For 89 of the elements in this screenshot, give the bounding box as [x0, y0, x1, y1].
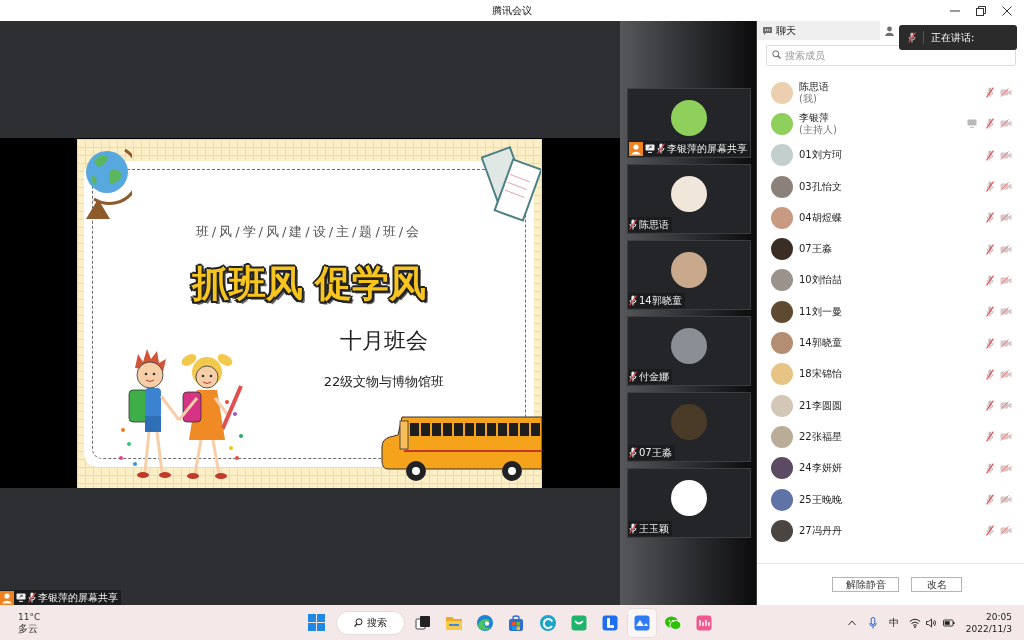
- slide-subtitle: 班/风/学/风/建/设/主/题/班/会: [195, 223, 423, 240]
- avatar: [671, 252, 707, 288]
- video-tile[interactable]: 付金娜: [627, 316, 751, 386]
- member-name: 07王淼: [799, 243, 832, 256]
- tile-app-icon: [601, 613, 620, 632]
- clock-time[interactable]: 20:05: [986, 610, 1012, 623]
- member-name: 04胡煜蝶: [799, 211, 842, 224]
- member-name: 01刘方珂: [799, 149, 842, 162]
- mic-icon[interactable]: [868, 616, 877, 629]
- avatar: [771, 175, 793, 198]
- unmute-button[interactable]: 解除静音: [832, 577, 899, 592]
- member-name: 10刘怡喆: [799, 274, 842, 287]
- avatar: [771, 332, 793, 354]
- avatar: [771, 425, 793, 448]
- close-icon[interactable]: [1002, 5, 1012, 16]
- avatar: [671, 480, 707, 516]
- wifi-icon[interactable]: [908, 617, 921, 628]
- slide-class-name: 22级文物与博物馆班: [323, 374, 445, 389]
- video-tile[interactable]: 王玉颖: [627, 468, 751, 538]
- member-name: 03孔怡文: [799, 180, 842, 193]
- muted-mic-icon: [908, 32, 916, 43]
- avatar: [771, 112, 793, 135]
- member-name: 11刘一曼: [799, 305, 842, 318]
- battery-icon[interactable]: [942, 617, 955, 628]
- screen-share-icon: [16, 593, 26, 602]
- avatar: [671, 100, 707, 136]
- presenter-name: 李银萍的屏幕共享: [38, 591, 118, 605]
- participant-name: 07王淼: [639, 446, 672, 460]
- avatar: [771, 519, 793, 542]
- chat-tab[interactable]: 聊天: [757, 21, 880, 40]
- member-name: 18宋锦怡: [799, 368, 842, 381]
- avatar: [771, 269, 793, 292]
- member-name: 25王晚晚: [799, 493, 842, 506]
- participant-name: 14郭晓童: [639, 294, 682, 308]
- bag-app-icon: [570, 613, 588, 632]
- participant-name: 李银萍的屏幕共享: [667, 142, 747, 156]
- avatar: [771, 457, 793, 480]
- member-name: 陈思语: [799, 80, 829, 93]
- clock-date[interactable]: 2022/11/3: [965, 622, 1012, 635]
- participant-name: 王玉颖: [639, 522, 669, 536]
- task-view-icon: [413, 613, 432, 632]
- avatar: [671, 176, 707, 212]
- search-icon: [772, 50, 781, 59]
- member-role: (主持人): [799, 123, 837, 136]
- store-bag-icon: [507, 613, 526, 632]
- search-icon: [353, 618, 363, 627]
- video-tile[interactable]: 14郭晓童: [627, 240, 751, 310]
- input-method-indicator[interactable]: 中: [888, 615, 899, 630]
- screen-share-icon: [645, 144, 655, 153]
- participant-name: 陈思语: [639, 218, 669, 232]
- avatar: [771, 81, 793, 104]
- avatar: [771, 300, 793, 323]
- avatar: [771, 144, 793, 167]
- chat-icon: [762, 25, 773, 36]
- avatar: [671, 404, 707, 440]
- window-title: 腾讯会议: [492, 3, 532, 18]
- avatar: [771, 206, 793, 229]
- rename-button[interactable]: 改名: [911, 577, 962, 592]
- search-button[interactable]: 搜索: [336, 611, 404, 634]
- member-name: 李银萍: [799, 111, 829, 124]
- weather-condition[interactable]: 多云: [18, 622, 38, 635]
- member-role: (我): [799, 92, 817, 105]
- person-icon: [0, 590, 14, 605]
- striped-tile-icon: [695, 613, 714, 632]
- member-name: 27冯丹丹: [799, 524, 842, 537]
- avatar: [671, 328, 707, 364]
- restore-icon[interactable]: [976, 5, 986, 16]
- member-name: 24李妍妍: [799, 462, 842, 475]
- avatar: [771, 488, 793, 511]
- avatar: [771, 363, 793, 386]
- wave-app-icon: [632, 613, 651, 632]
- member-name: 22张福星: [799, 430, 842, 443]
- video-tile[interactable]: 07王淼: [627, 392, 751, 462]
- weather-temperature[interactable]: 11°C: [18, 610, 41, 623]
- slide-heading: 十月班会: [340, 328, 428, 353]
- browser-icon: [476, 613, 495, 632]
- avatar: [771, 394, 793, 417]
- slide-title: 抓班风 促学风: [191, 261, 427, 306]
- circle-app-icon: [538, 613, 557, 632]
- video-tile[interactable]: 李银萍的屏幕共享: [627, 88, 751, 158]
- tooltip-text: 正在讲话:: [931, 30, 975, 45]
- avatar: [771, 238, 793, 261]
- video-tile[interactable]: 陈思语: [627, 164, 751, 234]
- speaker-icon[interactable]: [925, 617, 937, 628]
- member-name: 21李圆圆: [799, 399, 842, 412]
- person-icon: [884, 25, 895, 36]
- participant-name: 付金娜: [639, 370, 669, 384]
- start-icon[interactable]: [308, 614, 325, 631]
- member-name: 14郭晓童: [799, 337, 842, 349]
